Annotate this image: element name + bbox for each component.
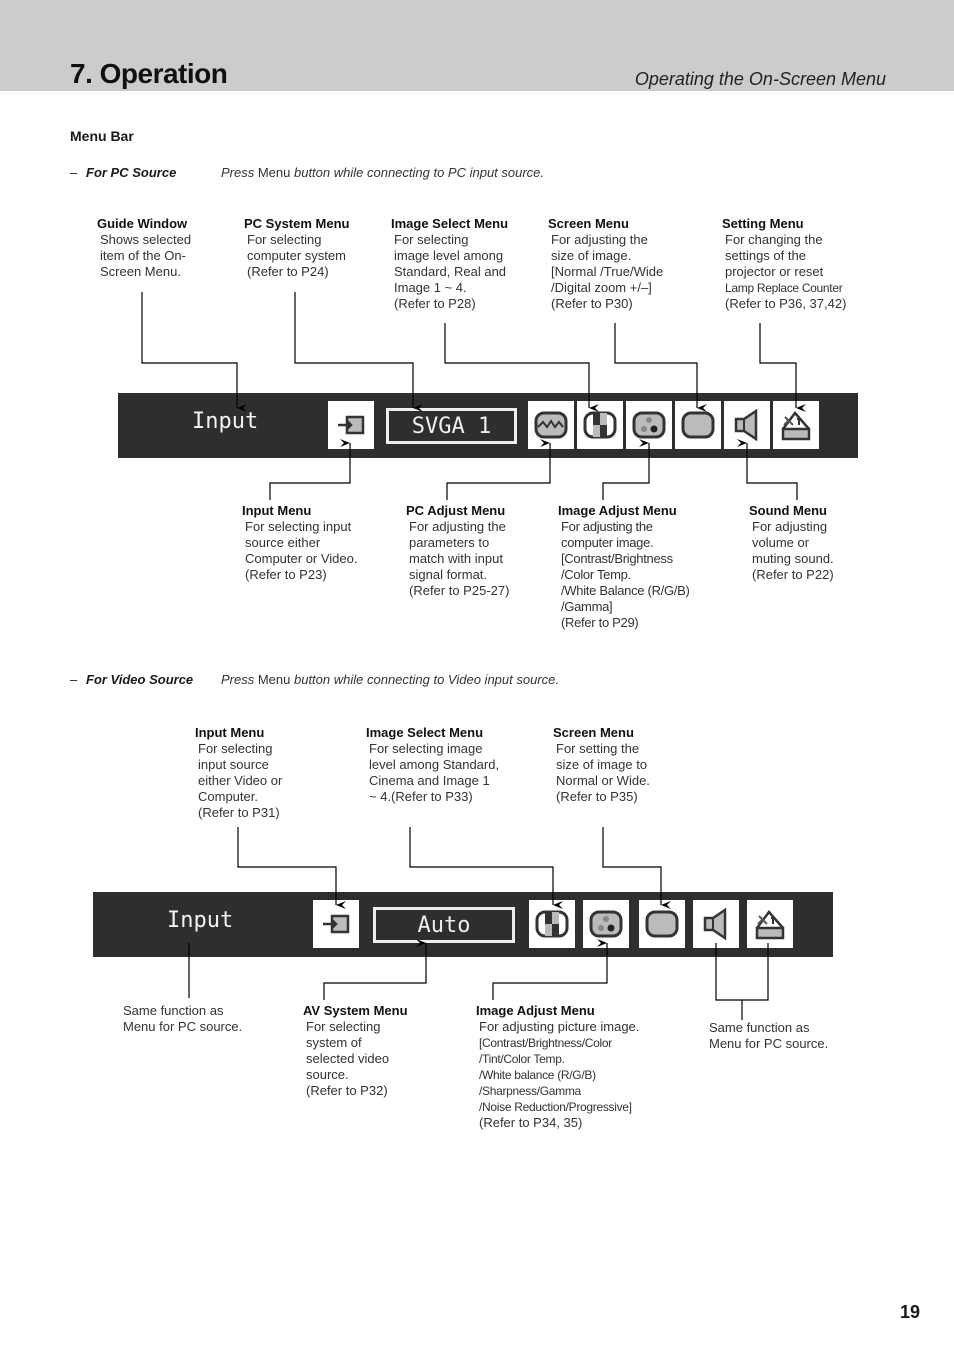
leader-same-function-right — [715, 943, 769, 1020]
leader-video-image-select — [409, 827, 563, 909]
leader-input — [269, 439, 351, 500]
leader-sound — [737, 439, 798, 500]
leader-av-system — [323, 939, 427, 1000]
page-number: 19 — [899, 1302, 920, 1322]
leader-pc-adjust — [446, 439, 551, 500]
leader-video-screen — [602, 827, 671, 909]
leader-pc-system — [294, 292, 423, 412]
leader-lines — [141, 292, 806, 1020]
leader-setting — [759, 323, 806, 412]
leader-image-adjust — [602, 439, 650, 500]
leader-guide-window — [141, 292, 247, 412]
leader-image-select — [444, 323, 599, 412]
leader-video-image-adjust — [492, 939, 608, 1000]
leader-screen — [614, 323, 707, 412]
leader-video-input — [237, 827, 346, 909]
